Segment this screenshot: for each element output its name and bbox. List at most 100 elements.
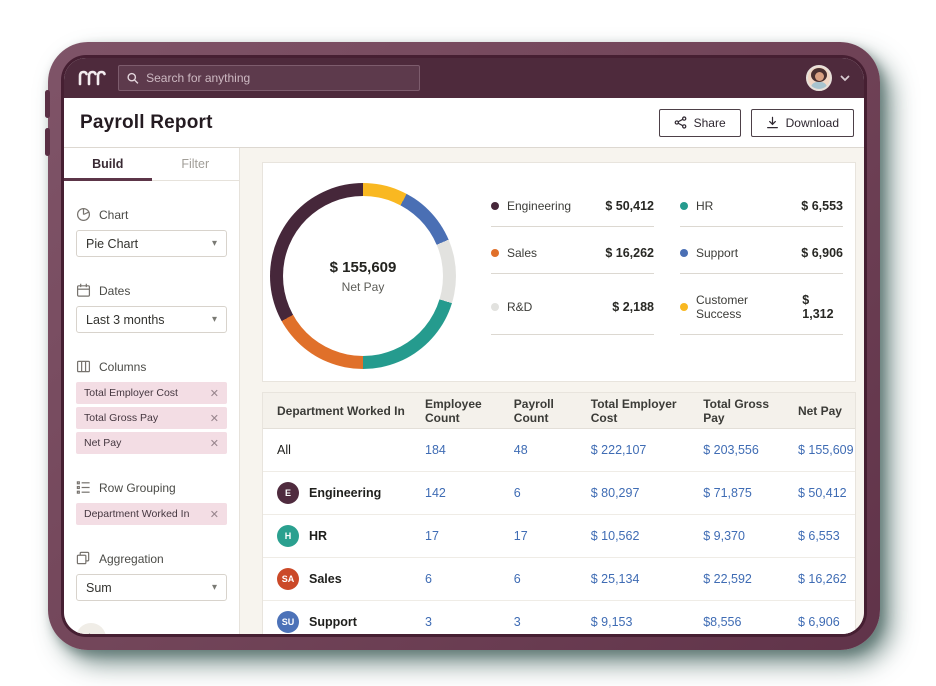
tab-build[interactable]: Build xyxy=(64,148,152,180)
donut-total-value: $ 155,609 xyxy=(330,259,397,276)
report-main-area: $ 155,609 Net Pay Engineering$ 50,412HR$… xyxy=(240,148,864,634)
legend-color-dot xyxy=(680,249,688,257)
table-value-link[interactable]: 17 xyxy=(500,529,577,543)
tablet-frame: Payroll Report Share Download xyxy=(48,42,880,650)
field-chip[interactable]: Net Pay ✕ xyxy=(76,432,227,454)
legend-item: Engineering$ 50,412 xyxy=(491,199,654,227)
columns-chip-list: Total Employer Cost✕Total Gross Pay✕Net … xyxy=(76,382,227,454)
chart-legend: Engineering$ 50,412HR$ 6,553Sales$ 16,26… xyxy=(491,199,843,335)
table-value-link[interactable]: 48 xyxy=(500,443,577,457)
avatar-face xyxy=(815,72,824,81)
chip-label: Net Pay xyxy=(84,437,121,449)
field-chip[interactable]: Total Employer Cost ✕ xyxy=(76,382,227,404)
chart-section-label: Chart xyxy=(76,207,227,222)
avatar-body xyxy=(811,82,827,91)
arrow-left-icon xyxy=(84,632,98,634)
table-value-link[interactable]: $ 6,906 xyxy=(784,615,855,629)
legend-color-dot xyxy=(491,249,499,257)
collapse-sidebar-button[interactable] xyxy=(76,623,106,634)
table-header-cell: Net Pay xyxy=(784,404,855,418)
table-value-link[interactable]: $ 222,107 xyxy=(577,443,689,457)
legend-color-dot xyxy=(491,202,499,210)
download-icon xyxy=(766,116,779,129)
chart-type-select[interactable]: Pie Chart ▾ xyxy=(76,230,227,257)
department-avatar: H xyxy=(277,525,299,547)
chevron-down-icon: ▾ xyxy=(212,582,217,593)
field-chip[interactable]: Total Gross Pay ✕ xyxy=(76,407,227,429)
table-header-cell: Total Gross Pay xyxy=(689,397,784,425)
department-name: HR xyxy=(309,529,327,543)
chip-label: Total Gross Pay xyxy=(84,412,158,424)
aggregation-select[interactable]: Sum ▾ xyxy=(76,574,227,601)
table-value-link[interactable]: 6 xyxy=(500,486,577,500)
table-value-link[interactable]: 6 xyxy=(411,572,500,586)
table-value-link[interactable]: $ 25,134 xyxy=(577,572,689,586)
chip-label: Total Employer Cost xyxy=(84,387,178,399)
table-value-link[interactable]: $ 203,556 xyxy=(689,443,784,457)
table-value-link[interactable]: 6 xyxy=(500,572,577,586)
table-value-link[interactable]: $8,556 xyxy=(689,615,784,629)
table-header-cell: Department Worked In xyxy=(263,404,411,418)
rippling-logo xyxy=(78,70,108,86)
table-value-link[interactable]: $ 9,153 xyxy=(577,615,689,629)
table-value-link[interactable]: 142 xyxy=(411,486,500,500)
table-body: All18448$ 222,107$ 203,556$ 155,609EEngi… xyxy=(263,429,855,634)
legend-color-dot xyxy=(491,303,499,311)
legend-color-dot xyxy=(680,202,688,210)
chart-type-value: Pie Chart xyxy=(86,237,138,251)
table-value-link[interactable]: $ 80,297 xyxy=(577,486,689,500)
share-icon xyxy=(674,116,687,129)
sidebar-tabs: Build Filter xyxy=(64,148,239,181)
table-header-cell: Employee Count xyxy=(411,397,500,425)
table-value-link[interactable]: $ 155,609 xyxy=(784,443,855,457)
legend-item: Customer Success$ 1,312 xyxy=(680,293,843,335)
search-icon xyxy=(127,72,139,85)
dates-select[interactable]: Last 3 months ▾ xyxy=(76,306,227,333)
table-value-link[interactable]: $ 6,553 xyxy=(784,529,855,543)
calendar-icon xyxy=(76,283,91,298)
table-value-link[interactable]: $ 71,875 xyxy=(689,486,784,500)
table-value-link[interactable]: 184 xyxy=(411,443,500,457)
chart-label: Chart xyxy=(99,208,128,222)
columns-icon xyxy=(76,359,91,374)
tab-filter[interactable]: Filter xyxy=(152,148,240,180)
chip-label: Department Worked In xyxy=(84,508,189,520)
legend-color-dot xyxy=(680,303,688,311)
legend-department-value: $ 6,553 xyxy=(801,199,843,213)
table-value-link[interactable]: 3 xyxy=(411,615,500,629)
chip-remove-icon[interactable]: ✕ xyxy=(210,508,219,521)
chip-remove-icon[interactable]: ✕ xyxy=(210,437,219,450)
department-name: All xyxy=(277,443,291,457)
download-label: Download xyxy=(786,116,839,130)
department-name: Support xyxy=(309,615,357,629)
table-value-link[interactable]: $ 16,262 xyxy=(784,572,855,586)
chip-remove-icon[interactable]: ✕ xyxy=(210,387,219,400)
chart-panel: $ 155,609 Net Pay Engineering$ 50,412HR$… xyxy=(262,162,856,382)
department-avatar: E xyxy=(277,482,299,504)
report-builder-sidebar: Build Filter Chart xyxy=(64,148,240,634)
share-label: Share xyxy=(694,116,726,130)
tablet-volume-button xyxy=(45,128,50,156)
table-header-cell: Total Employer Cost xyxy=(577,397,689,425)
search-input[interactable] xyxy=(146,71,411,85)
user-avatar[interactable] xyxy=(806,65,832,91)
table-value-link[interactable]: $ 22,592 xyxy=(689,572,784,586)
field-chip[interactable]: Department Worked In ✕ xyxy=(76,503,227,525)
chevron-down-icon[interactable] xyxy=(840,75,850,82)
table-value-link[interactable]: $ 50,412 xyxy=(784,486,855,500)
global-search[interactable] xyxy=(118,65,420,91)
legend-item: Sales$ 16,262 xyxy=(491,246,654,274)
chip-remove-icon[interactable]: ✕ xyxy=(210,412,219,425)
download-button[interactable]: Download xyxy=(751,109,854,137)
row-grouping-label: Row Grouping xyxy=(99,481,176,495)
table-value-link[interactable]: $ 9,370 xyxy=(689,529,784,543)
table-value-link[interactable]: 3 xyxy=(500,615,577,629)
share-button[interactable]: Share xyxy=(659,109,741,137)
table-header-row: Department Worked InEmployee CountPayrol… xyxy=(263,393,855,429)
table-value-link[interactable]: $ 10,562 xyxy=(577,529,689,543)
aggregation-label: Aggregation xyxy=(99,552,164,566)
aggregation-value: Sum xyxy=(86,581,112,595)
legend-department-value: $ 1,312 xyxy=(802,293,843,321)
aggregation-section-label: Aggregation xyxy=(76,551,227,566)
table-value-link[interactable]: 17 xyxy=(411,529,500,543)
